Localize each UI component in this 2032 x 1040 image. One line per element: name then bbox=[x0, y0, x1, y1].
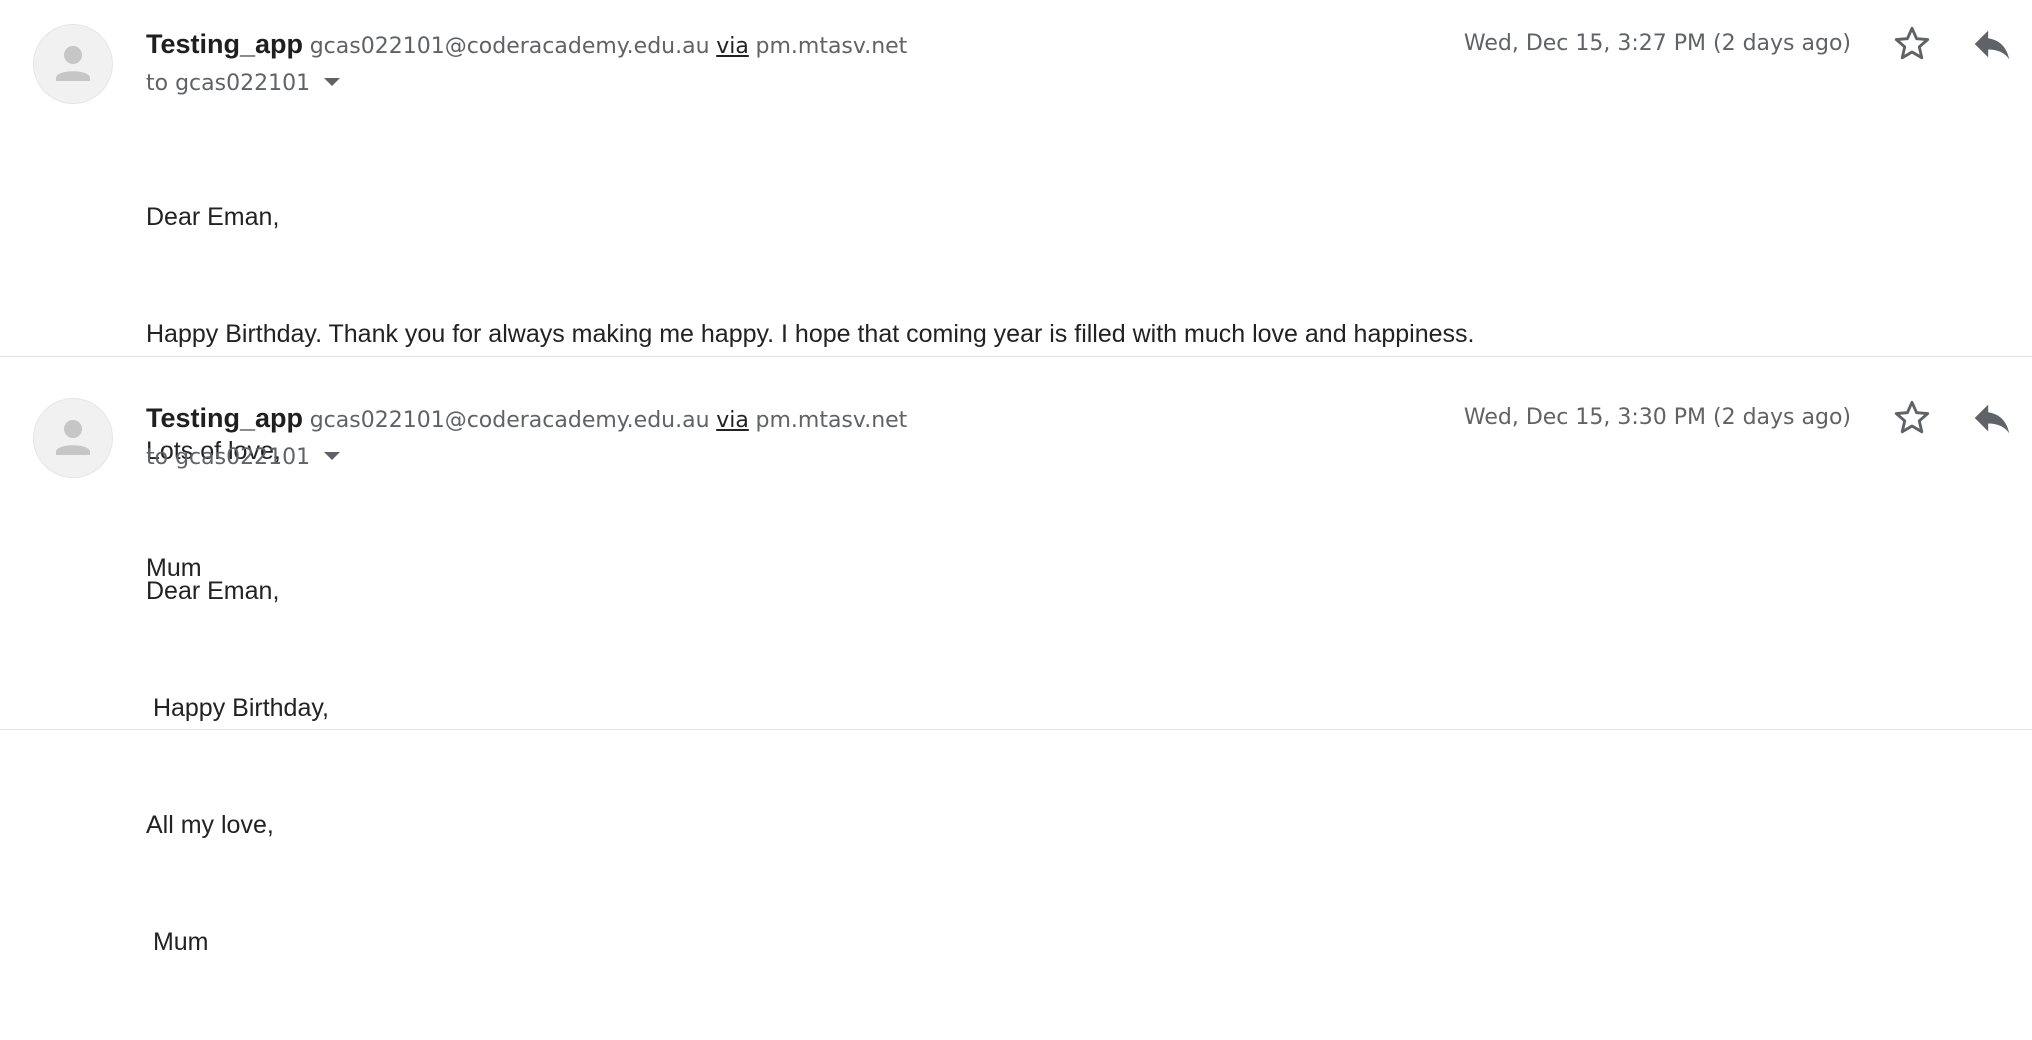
caret-down-icon[interactable] bbox=[324, 78, 341, 86]
body-line: Dear Eman, bbox=[146, 203, 280, 231]
reply-icon bbox=[1974, 30, 2010, 60]
person-icon bbox=[56, 46, 90, 81]
via-link[interactable]: via bbox=[716, 408, 749, 433]
message-date: Wed, Dec 15, 3:27 PM (2 days ago) bbox=[1463, 31, 1851, 56]
recipient-details-toggle[interactable]: to gcas022101 bbox=[146, 69, 341, 99]
email-message: Testing_app gcas022101@coderacademy.edu.… bbox=[0, 0, 2032, 582]
star-button[interactable] bbox=[1889, 395, 1935, 441]
sender-avatar[interactable] bbox=[33, 24, 113, 104]
body-line: Mum bbox=[146, 928, 209, 956]
body-line: Happy Birthday, bbox=[146, 694, 329, 722]
body-line: Dear Eman, bbox=[146, 577, 280, 605]
reply-button[interactable] bbox=[1969, 21, 2015, 67]
body-line: All my love, bbox=[146, 811, 274, 839]
message-date: Wed, Dec 15, 3:30 PM (2 days ago) bbox=[1463, 405, 1851, 430]
body-line: Happy Birthday. Thank you for always mak… bbox=[146, 320, 1475, 348]
reply-button[interactable] bbox=[1969, 395, 2015, 441]
recipient-label: to gcas022101 bbox=[146, 71, 311, 96]
sender-line: Testing_app gcas022101@coderacademy.edu.… bbox=[146, 29, 907, 62]
via-host: pm.mtasv.net bbox=[755, 408, 908, 433]
sender-email: gcas022101@coderacademy.edu.au bbox=[309, 34, 710, 59]
sender-line: Testing_app gcas022101@coderacademy.edu.… bbox=[146, 403, 907, 436]
sender-email: gcas022101@coderacademy.edu.au bbox=[309, 408, 710, 433]
sender-name[interactable]: Testing_app bbox=[146, 29, 303, 59]
star-button[interactable] bbox=[1889, 21, 1935, 67]
via-link[interactable]: via bbox=[716, 34, 749, 59]
sender-avatar[interactable] bbox=[33, 398, 113, 478]
star-outline-icon bbox=[1894, 26, 1930, 60]
star-outline-icon bbox=[1894, 400, 1930, 434]
message-divider bbox=[0, 729, 2032, 730]
message-body: Dear Eman, Happy Birthday, All my love, … bbox=[146, 494, 329, 1040]
recipient-label: to gcas022101 bbox=[146, 445, 311, 470]
message-divider bbox=[0, 356, 2032, 357]
recipient-details-toggle[interactable]: to gcas022101 bbox=[146, 443, 341, 473]
sender-name[interactable]: Testing_app bbox=[146, 403, 303, 433]
email-message: Testing_app gcas022101@coderacademy.edu.… bbox=[0, 375, 2032, 956]
via-host: pm.mtasv.net bbox=[755, 34, 908, 59]
person-icon bbox=[56, 420, 90, 455]
reply-icon bbox=[1974, 404, 2010, 434]
caret-down-icon[interactable] bbox=[324, 452, 341, 460]
